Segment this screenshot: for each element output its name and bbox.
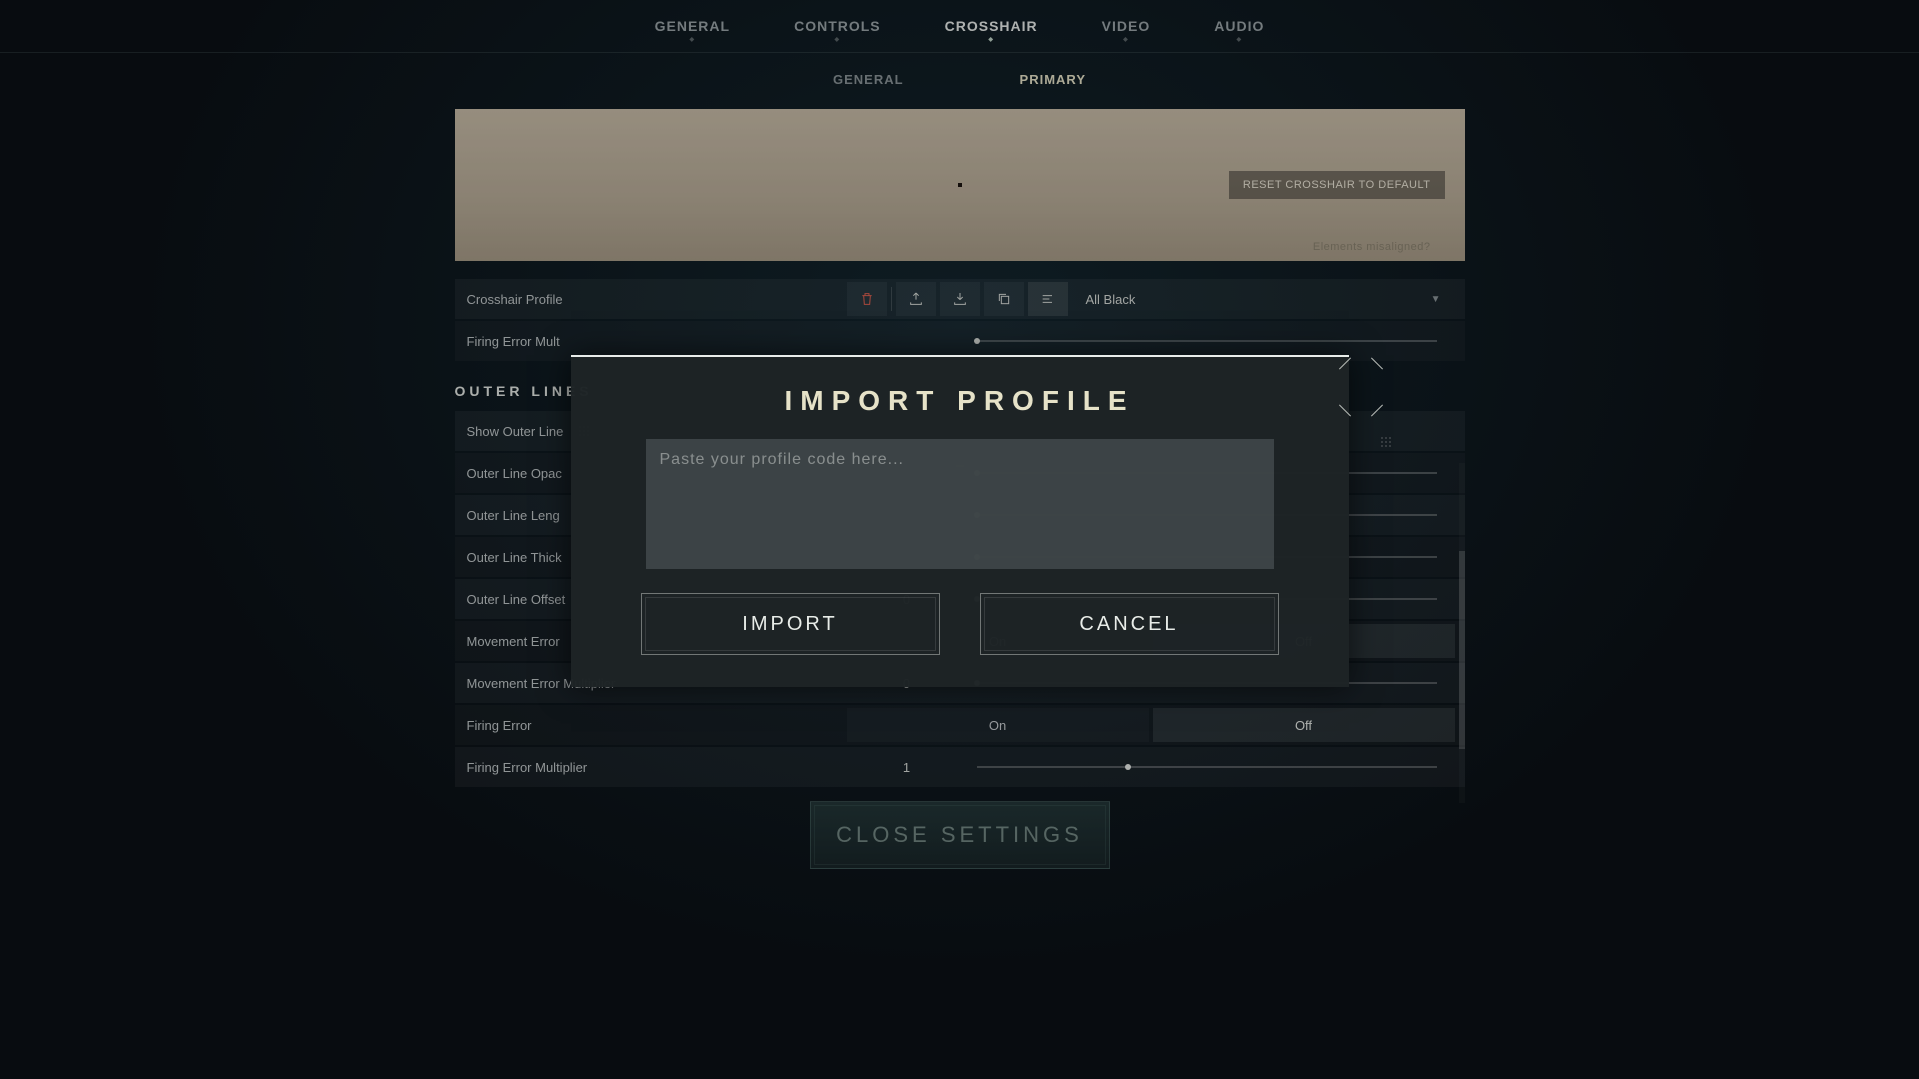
profile-code-input[interactable] [646, 439, 1274, 569]
modal-title: IMPORT PROFILE [641, 385, 1279, 417]
import-button[interactable]: IMPORT [641, 593, 940, 655]
import-profile-modal: IMPORT PROFILE IMPORT CANCEL [571, 355, 1349, 687]
cancel-button[interactable]: CANCEL [980, 593, 1279, 655]
